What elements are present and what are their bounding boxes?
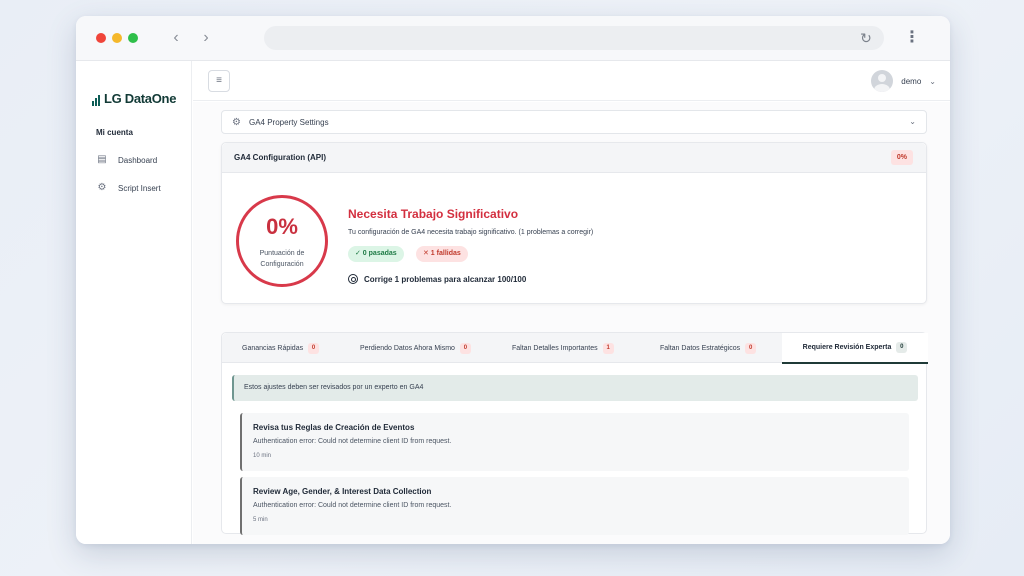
property-settings-label: GA4 Property Settings (248, 117, 329, 127)
tab-count-badge: 0 (459, 342, 471, 354)
user-menu[interactable]: demo ⌄ (871, 70, 936, 92)
status-description: Tu configuración de GA4 necesita trabajo… (348, 229, 594, 236)
user-name: demo (901, 76, 922, 86)
tab-count-badge: 1 (602, 342, 614, 354)
chevron-down-icon: ⌄ (929, 76, 936, 86)
config-card: GA4 Configuration (API) 0% 0% Puntuación… (221, 142, 927, 304)
browser-window: ‹ › ↻ ⋮ LG DataOne Mi cuenta ▤ Dashboard… (76, 16, 950, 544)
avatar (871, 70, 894, 92)
tab-label: Faltan Detalles Importantes (512, 344, 598, 352)
back-arrow-icon[interactable]: ‹ (164, 26, 188, 50)
rule-error: Authentication error: Could not determin… (253, 438, 452, 445)
fix-hint-text: Corrige 1 problemas para alcanzar 100/10… (364, 274, 527, 284)
reload-icon[interactable]: ↻ (856, 28, 876, 48)
gear-icon: ⚙ (232, 116, 241, 128)
brand-name: LG DataOne (104, 91, 177, 106)
tab-count-badge: 0 (308, 342, 320, 354)
config-card-header: GA4 Configuration (API) 0% (222, 143, 926, 173)
sidebar-item-dashboard[interactable]: ▤ Dashboard (96, 154, 157, 166)
logo-bars-icon (92, 95, 100, 106)
score-value: 0% (266, 214, 298, 239)
tab-count-badge: 0 (896, 342, 908, 353)
target-icon (348, 274, 358, 284)
rule-title: Revisa tus Reglas de Creación de Eventos (253, 423, 415, 432)
tab-label: Requiere Revisión Experta (802, 344, 892, 351)
rule-error: Authentication error: Could not determin… (253, 502, 452, 509)
hamburger-menu-icon[interactable]: ≡ (208, 70, 230, 92)
failed-badge: ✕ 1 fallidas (416, 246, 468, 262)
property-settings-dropdown[interactable]: ⚙ GA4 Property Settings ⌄ (221, 110, 927, 134)
list-item[interactable]: Revisa tus Reglas de Creación de Eventos… (240, 413, 909, 471)
tab-ganancias-rapidas[interactable]: Ganancias Rápidas 0 (242, 333, 320, 363)
rule-time: 10 min (253, 453, 272, 459)
sidebar-section-label: Mi cuenta (96, 128, 133, 137)
tab-faltan-datos-estrategicos[interactable]: Faltan Datos Estratégicos 0 (660, 333, 757, 363)
maximize-window-button[interactable] (128, 33, 138, 43)
tab-label: Faltan Datos Estratégicos (660, 344, 741, 352)
score-ring: 0% Puntuación de Configuración (236, 195, 328, 287)
score-badge: 0% (890, 150, 913, 165)
sidebar-item-label: Script Insert (118, 183, 161, 193)
tab-count-badge: 0 (745, 342, 757, 354)
main-content: ⚙ GA4 Property Settings ⌄ GA4 Configurat… (193, 102, 950, 544)
config-title: GA4 Configuration (API) (234, 153, 326, 162)
tab-requiere-revision-experta[interactable]: Requiere Revisión Experta 0 (782, 333, 928, 364)
tab-faltan-detalles[interactable]: Faltan Detalles Importantes 1 (512, 333, 614, 363)
tab-label: Perdiendo Datos Ahora Mismo (360, 344, 455, 352)
sidebar-item-label: Dashboard (118, 155, 158, 165)
sidebar: LG DataOne Mi cuenta ▤ Dashboard ⚙ Scrip… (76, 61, 192, 544)
status-title: Necesita Trabajo Significativo (348, 207, 519, 221)
chevron-down-icon: ⌄ (909, 117, 916, 126)
table-icon: ▤ (97, 154, 107, 165)
address-bar[interactable] (264, 26, 884, 50)
list-item[interactable]: Review Age, Gender, & Interest Data Coll… (240, 477, 909, 535)
more-options-icon[interactable]: ⋮ (904, 27, 920, 49)
forward-arrow-icon[interactable]: › (194, 26, 218, 50)
rule-title: Review Age, Gender, & Interest Data Coll… (253, 487, 432, 496)
recommendations-card: Ganancias Rápidas 0 Perdiendo Datos Ahor… (221, 332, 928, 535)
tab-perdiendo-datos[interactable]: Perdiendo Datos Ahora Mismo 0 (360, 333, 471, 363)
rule-time: 5 min (253, 517, 268, 523)
close-window-button[interactable] (96, 33, 106, 43)
minimize-window-button[interactable] (112, 33, 122, 43)
sidebar-item-script-insert[interactable]: ⚙ Script Insert (96, 182, 161, 194)
info-banner: Estos ajustes deben ser revisados por un… (232, 375, 918, 401)
tab-bar: Ganancias Rápidas 0 Perdiendo Datos Ahor… (222, 333, 928, 364)
fix-hint: Corrige 1 problemas para alcanzar 100/10… (348, 274, 526, 284)
gear-icon: ⚙ (97, 182, 107, 193)
top-bar: ≡ demo ⌄ (193, 61, 950, 101)
score-label: Puntuación de Configuración (259, 250, 305, 268)
browser-chrome: ‹ › ↻ ⋮ (76, 16, 950, 61)
brand-logo[interactable]: LG DataOne (92, 91, 176, 106)
tab-label: Ganancias Rápidas (242, 344, 304, 352)
passed-badge: ✓ 0 pasadas (348, 246, 404, 262)
